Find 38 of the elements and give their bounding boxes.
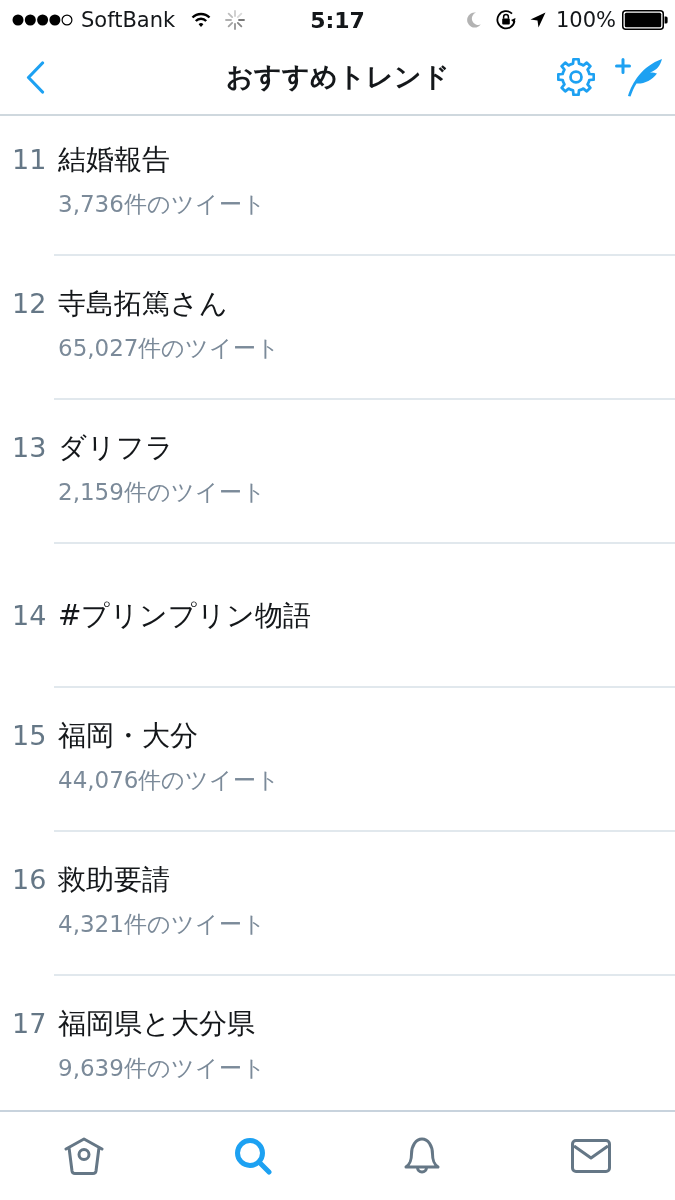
wifi-icon xyxy=(191,12,212,28)
tweet-count: 65,027件のツイート xyxy=(58,334,282,363)
page-title: おすすめトレンド xyxy=(225,60,450,94)
trend-rank: 11 xyxy=(12,143,48,177)
trend-name[interactable]: #プリンプリン物語 xyxy=(58,596,312,636)
birdhouse-icon[interactable] xyxy=(64,1137,105,1175)
trend-rank: 14 xyxy=(12,599,48,633)
trend-rank: 15 xyxy=(12,719,48,753)
signal-icon xyxy=(12,14,73,26)
battery-icon xyxy=(622,10,668,30)
tweet-count: 44,076件のツイート xyxy=(58,766,282,795)
trend-rank: 16 xyxy=(12,863,48,897)
tweet-count: 4,321件のツイート xyxy=(58,910,267,939)
trend-rank: 12 xyxy=(12,287,48,321)
rotation-lock-icon xyxy=(494,9,517,31)
bell-icon[interactable] xyxy=(402,1137,441,1175)
tweet-count: 3,736件のツイート xyxy=(58,190,267,219)
tweet-count: 2,159件のツイート xyxy=(58,478,267,507)
trend-name[interactable]: 結婚報告 xyxy=(58,140,170,180)
battery-percentage: 100% xyxy=(555,8,616,32)
trend-name[interactable]: 寺島拓篤さん xyxy=(58,284,228,324)
trend-name[interactable]: 福岡・大分 xyxy=(58,716,198,756)
trend-rank: 17 xyxy=(12,1007,48,1041)
carrier-name: SoftBank xyxy=(81,8,176,32)
moon-icon xyxy=(466,12,481,28)
trend-rank: 13 xyxy=(12,431,48,465)
settings-icon[interactable] xyxy=(557,58,595,96)
trend-name[interactable]: ダリフラ xyxy=(58,428,174,468)
trend-name[interactable]: 福岡県と大分県 xyxy=(58,1004,255,1044)
tweet-count: 9,639件のツイート xyxy=(58,1054,267,1083)
location-arrow-icon xyxy=(529,12,546,28)
plus-feather-icon[interactable] xyxy=(615,57,663,97)
spinner-icon xyxy=(225,10,246,30)
status-time: 5:17 xyxy=(310,7,365,33)
trend-name[interactable]: 救助要請 xyxy=(58,860,170,900)
back-icon[interactable] xyxy=(26,60,45,94)
envelope-icon[interactable] xyxy=(570,1139,611,1173)
search-icon[interactable] xyxy=(234,1137,273,1175)
